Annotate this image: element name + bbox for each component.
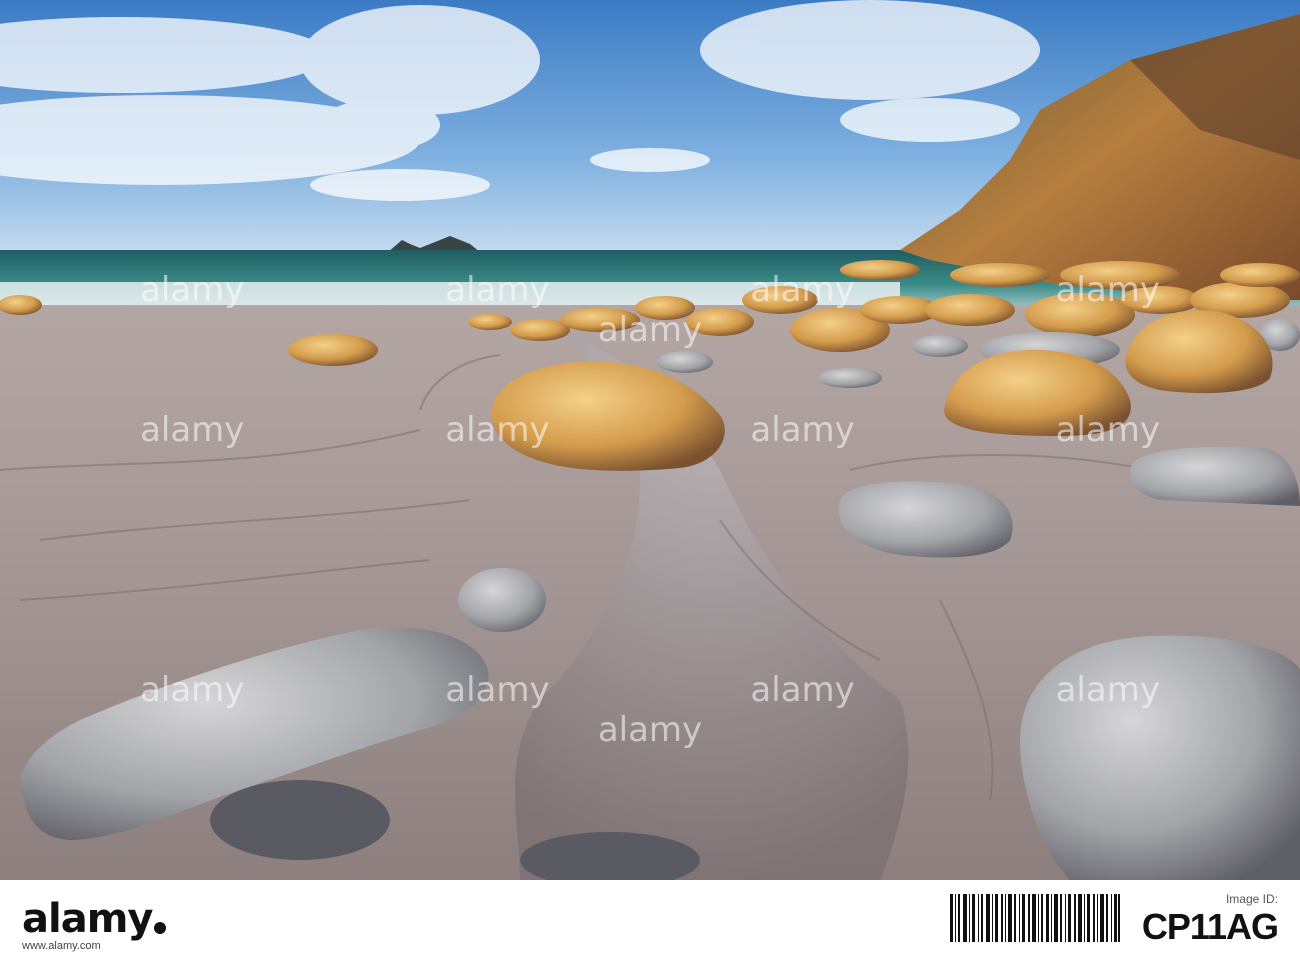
small-round-grey-stone (458, 568, 546, 632)
stock-footer: alamy www.alamy.com Image ID: CP11AG (0, 880, 1300, 956)
logo-text: alamy (22, 896, 153, 942)
image-id-label: Image ID: (1225, 892, 1278, 906)
image-id-block: Image ID: CP11AG (1141, 890, 1279, 948)
barcode-icon (950, 894, 1120, 942)
beach-scene (0, 0, 1300, 880)
beach-photo: alamy alamy alamy alamy alamy alamy alam… (0, 0, 1300, 880)
logo-dot (154, 922, 167, 934)
alamy-logo: alamy (22, 896, 167, 942)
dark-stone-bottom-left (210, 780, 390, 860)
image-id: CP11AG (1141, 906, 1279, 947)
site-url: www.alamy.com (22, 940, 101, 952)
flat-grey-slab (1130, 446, 1300, 506)
large-grey-boulder (1020, 635, 1300, 880)
